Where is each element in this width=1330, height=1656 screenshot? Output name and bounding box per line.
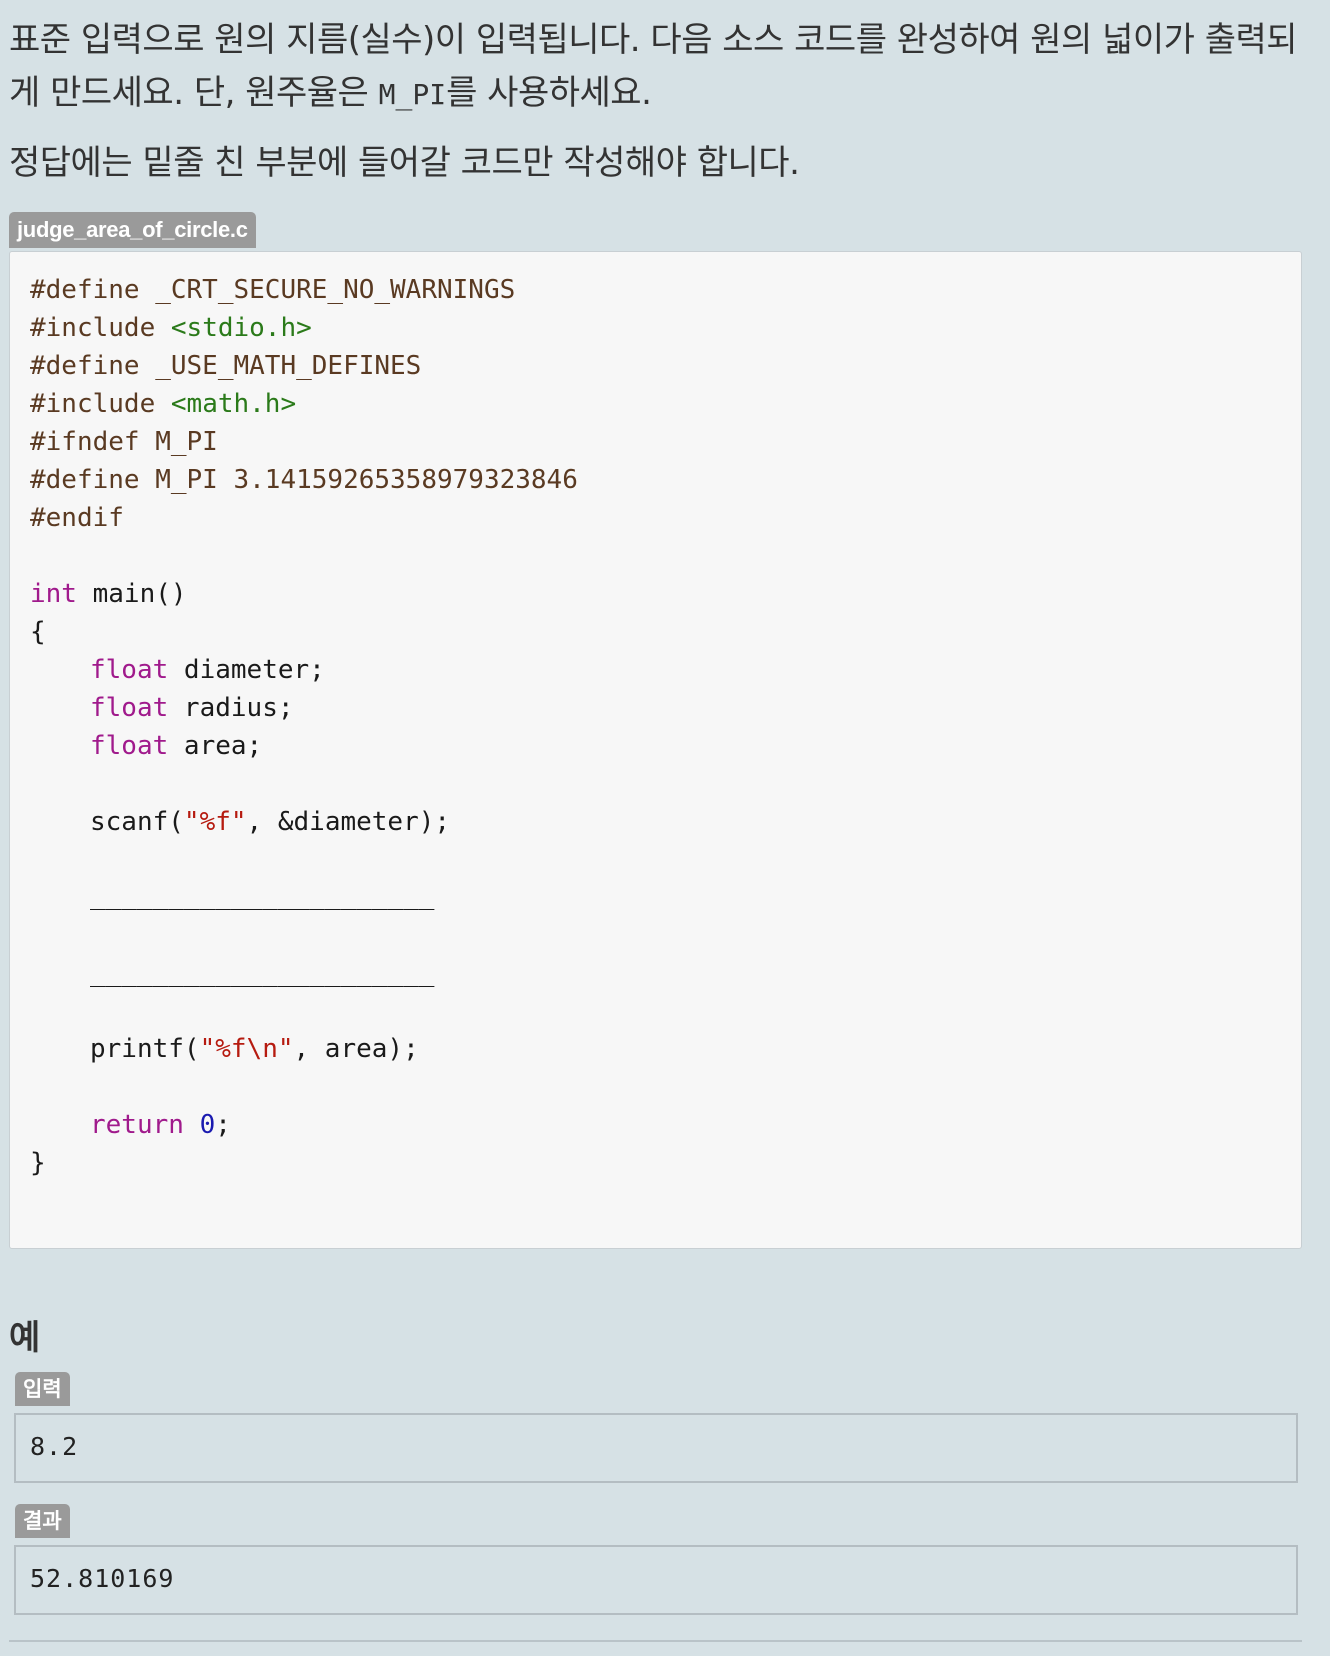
example-output-value: 52.810169 xyxy=(30,1564,175,1593)
code-line: float diameter; xyxy=(90,652,325,688)
description-text-2: 를 사용하세요. xyxy=(446,73,652,113)
code-line: float radius; xyxy=(90,690,294,726)
code-line: float area; xyxy=(90,728,262,764)
code-line: #ifndef M_PI xyxy=(30,427,218,457)
code-blank-2: ______________________ xyxy=(90,958,435,988)
code-line: scanf("%f", &diameter); xyxy=(90,804,450,840)
code-line: #define M_PI 3.14159265358979323846 xyxy=(30,465,578,495)
code-token: int xyxy=(30,579,77,609)
code-token: area; xyxy=(168,731,263,761)
code-token: #include xyxy=(30,313,171,343)
code-line: { xyxy=(30,617,46,647)
code-token: "%f\n" xyxy=(199,1034,294,1064)
code-token: 0 xyxy=(199,1110,216,1140)
code-token: return xyxy=(90,1110,184,1140)
code-token: "%f" xyxy=(183,807,247,837)
code-line: #endif xyxy=(30,503,124,533)
code-token: main() xyxy=(76,579,187,609)
example-output-box: 52.810169 xyxy=(14,1545,1298,1615)
code-line: } xyxy=(30,1148,46,1178)
code-token: radius; xyxy=(168,693,294,723)
code-token: float xyxy=(90,693,169,723)
code-line: #include <math.h> xyxy=(30,386,296,422)
code-block: #define _CRT_SECURE_NO_WARNINGS #include… xyxy=(9,251,1302,1249)
code-token: <math.h> xyxy=(170,389,297,419)
code-line: printf("%f\n", area); xyxy=(90,1031,419,1067)
input-label: 입력 xyxy=(15,1372,70,1406)
code-token: float xyxy=(90,731,169,761)
code-token: , &diameter); xyxy=(246,807,451,837)
code-line: int main() xyxy=(30,576,187,612)
code-token: <stdio.h> xyxy=(170,313,312,343)
code-blank-1: ______________________ xyxy=(90,881,435,911)
example-heading: 예 xyxy=(9,1319,41,1357)
problem-description: 표준 입력으로 원의 지름(실수)이 입력됩니다. 다음 소스 코드를 완성하여… xyxy=(9,14,1309,121)
code-line: return 0; xyxy=(90,1107,231,1143)
example-input-value: 8.2 xyxy=(30,1432,79,1461)
description-text-1: 표준 입력으로 원의 지름(실수)이 입력됩니다. 다음 소스 코드를 완성하여… xyxy=(9,20,1298,113)
code-token: , area); xyxy=(293,1034,419,1064)
code-token: #include xyxy=(30,389,171,419)
code-line: #include <stdio.h> xyxy=(30,310,312,346)
problem-instruction: 정답에는 밑줄 친 부분에 들어갈 코드만 작성해야 합니다. xyxy=(9,143,800,183)
code-token: ; xyxy=(215,1110,231,1140)
code-token: printf( xyxy=(90,1034,200,1064)
inline-code-mpi: M_PI xyxy=(378,78,447,111)
divider xyxy=(9,1640,1302,1642)
code-line: #define _CRT_SECURE_NO_WARNINGS xyxy=(30,275,516,305)
code-token: diameter; xyxy=(168,655,325,685)
code-token: float xyxy=(90,655,169,685)
example-input-box: 8.2 xyxy=(14,1413,1298,1483)
file-name-label: judge_area_of_circle.c xyxy=(9,212,256,248)
problem-page: 표준 입력으로 원의 지름(실수)이 입력됩니다. 다음 소스 코드를 완성하여… xyxy=(0,0,1330,1656)
code-line: #define _USE_MATH_DEFINES xyxy=(30,351,422,381)
code-token: scanf( xyxy=(90,807,184,837)
output-label: 결과 xyxy=(15,1504,70,1538)
